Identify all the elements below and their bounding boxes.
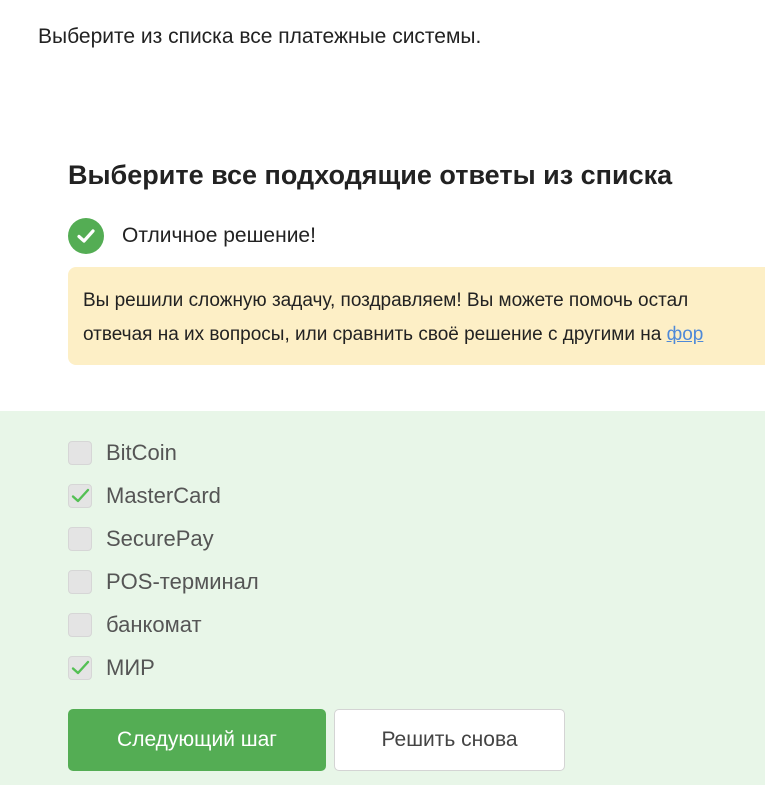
result-text: Отличное решение! (122, 224, 316, 247)
next-step-button[interactable]: Следующий шаг (68, 709, 326, 771)
option-bitcoin[interactable]: BitCoin (68, 431, 259, 474)
hint-line-2-text: отвечая на их вопросы, или сравнить своё… (83, 324, 667, 345)
option-label: банкомат (106, 611, 202, 637)
hint-box: Вы решили сложную задачу, поздравляем! В… (68, 267, 765, 365)
result-status: Отличное решение! (68, 218, 316, 254)
checkbox-checked[interactable] (68, 483, 92, 508)
option-label: SecurePay (106, 525, 214, 551)
option-securepay[interactable]: SecurePay (68, 517, 259, 560)
hint-line-1: Вы решили сложную задачу, поздравляем! В… (83, 290, 689, 311)
check-circle-icon (68, 218, 104, 254)
option-pos-terminal[interactable]: POS-терминал (68, 560, 259, 603)
checkbox[interactable] (68, 569, 92, 594)
checkbox-checked[interactable] (68, 655, 92, 680)
checkmark-icon (71, 488, 90, 502)
quiz-heading: Выберите все подходящие ответы из списка (68, 160, 673, 190)
hint-line-2: отвечая на их вопросы, или сравнить своё… (83, 318, 765, 352)
checkbox[interactable] (68, 440, 92, 465)
checkbox[interactable] (68, 526, 92, 551)
option-label: POS-терминал (106, 568, 259, 594)
options-list: BitCoin MasterCard SecurePay POS-термина… (68, 431, 259, 689)
solve-again-button[interactable]: Решить снова (334, 709, 565, 771)
option-mastercard[interactable]: MasterCard (68, 474, 259, 517)
option-mir[interactable]: МИР (68, 646, 259, 689)
task-text: Выберите из списка все платежные системы… (38, 25, 482, 48)
option-label: MasterCard (106, 482, 221, 508)
option-label: BitCoin (106, 439, 177, 465)
option-atm[interactable]: банкомат (68, 603, 259, 646)
option-label: МИР (106, 654, 155, 680)
checkbox[interactable] (68, 612, 92, 637)
forum-link[interactable]: фор (667, 324, 704, 345)
answer-section: BitCoin MasterCard SecurePay POS-термина… (0, 411, 765, 785)
checkmark-icon (71, 660, 90, 674)
